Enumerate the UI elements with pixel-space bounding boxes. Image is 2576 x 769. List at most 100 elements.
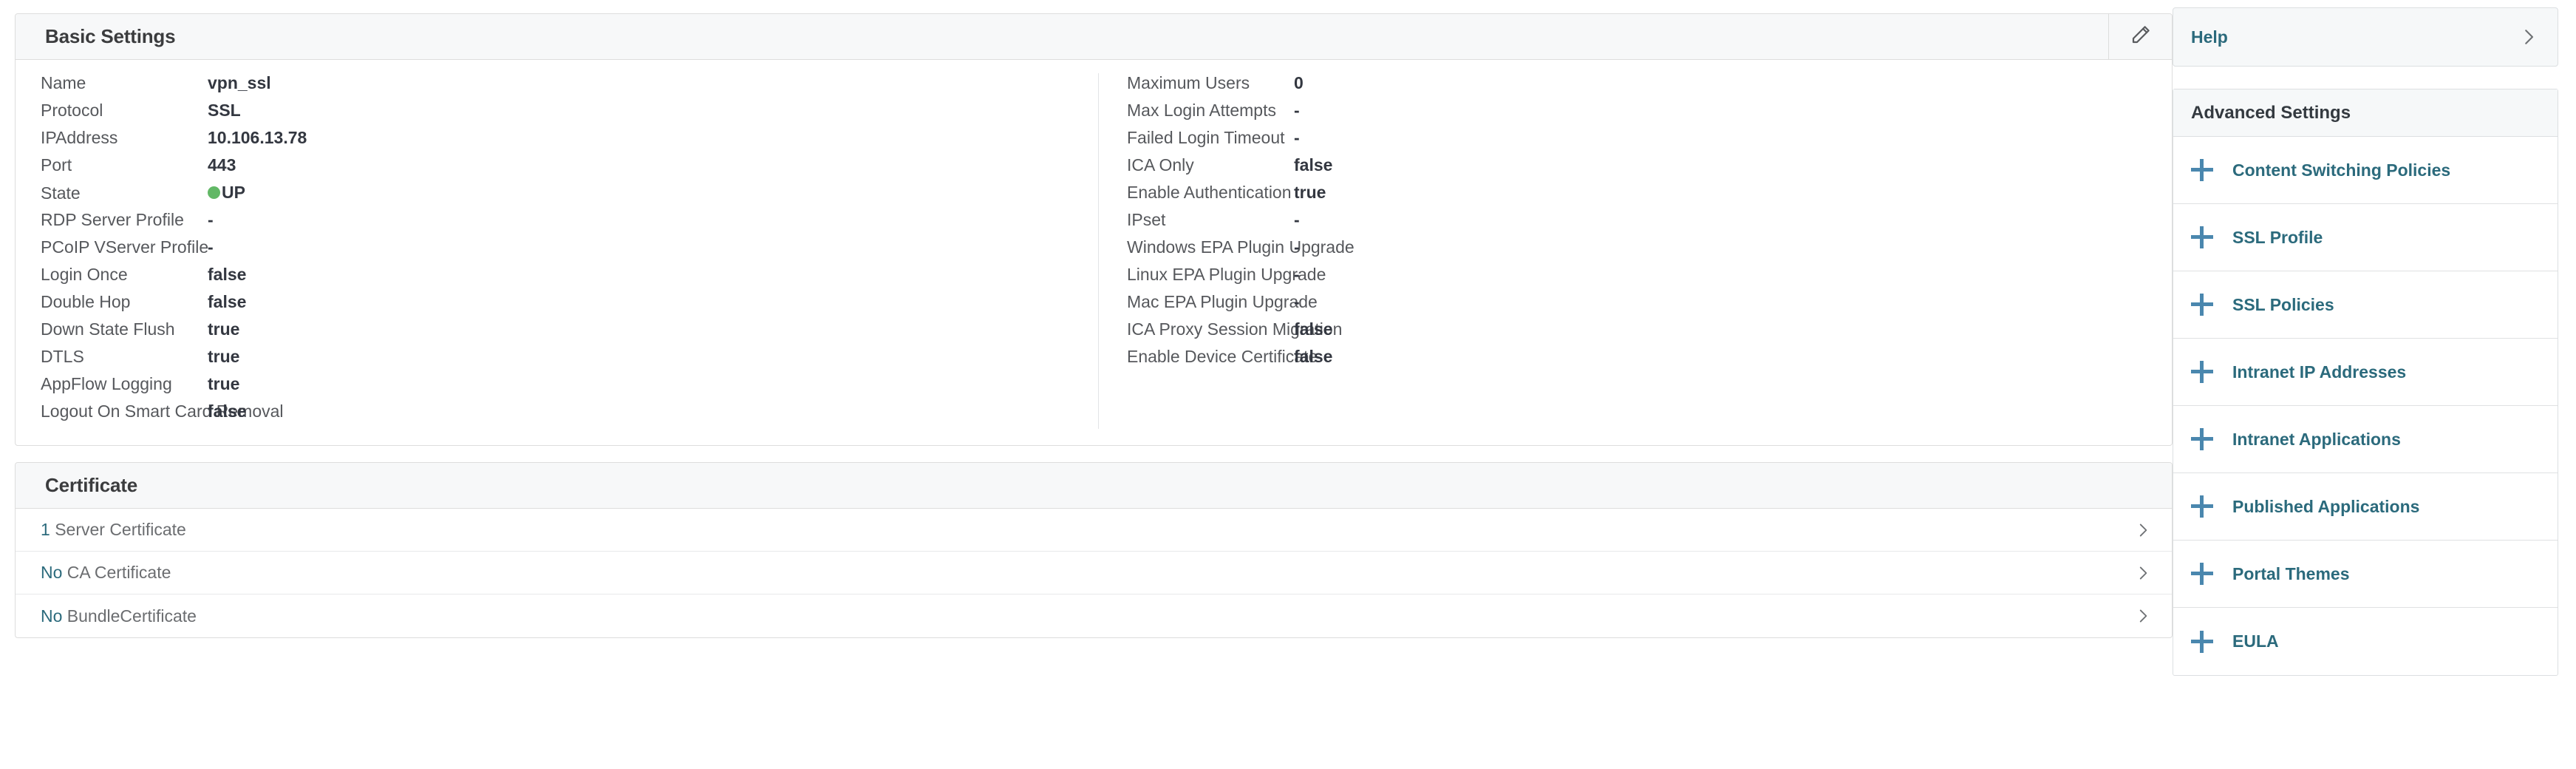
detail-value: true (208, 319, 240, 339)
detail-value: false (1294, 155, 1333, 175)
detail-row: ICA Proxy Session Migration false (1127, 319, 2133, 347)
detail-row: Name vpn_ssl (41, 73, 1098, 101)
certificate-label: CA Certificate (67, 563, 171, 582)
detail-row: Port 443 (41, 155, 1098, 183)
right-sidebar: Help Advanced Settings Content Switching… (2173, 0, 2576, 676)
advanced-item-label: SSL Profile (2232, 227, 2323, 247)
advanced-item-label: SSL Policies (2232, 294, 2334, 314)
detail-label: Windows EPA Plugin Upgrade (1127, 237, 1355, 257)
detail-value: false (208, 265, 247, 284)
advanced-item-intranet-applications[interactable]: Intranet Applications (2173, 406, 2558, 473)
detail-value: - (1294, 128, 1300, 147)
detail-row-state: State UP (41, 183, 1098, 210)
help-button[interactable]: Help (2173, 7, 2558, 67)
basic-settings-panel: Basic Settings Name vpn_ssl Protocol SSL… (15, 13, 2173, 446)
detail-row: Maximum Users 0 (1127, 73, 2133, 101)
advanced-settings-title: Advanced Settings (2191, 102, 2351, 123)
advanced-item-portal-themes[interactable]: Portal Themes (2173, 541, 2558, 608)
advanced-item-label: Portal Themes (2232, 563, 2350, 583)
detail-label: Max Login Attempts (1127, 101, 1276, 120)
detail-label: Linux EPA Plugin Upgrade (1127, 265, 1326, 284)
advanced-item-ssl-profile[interactable]: SSL Profile (2173, 204, 2558, 271)
plus-icon (2191, 495, 2213, 518)
certificate-row-label: 1 Server Certificate (41, 520, 2133, 540)
detail-label: DTLS (41, 347, 84, 366)
detail-row: Enable Authentication true (1127, 183, 2133, 210)
detail-row: Max Login Attempts - (1127, 101, 2133, 128)
status-dot-icon (208, 186, 220, 199)
plus-icon (2191, 361, 2213, 383)
detail-value: 10.106.13.78 (208, 128, 307, 147)
detail-value: - (1294, 101, 1300, 120)
detail-label: Logout On Smart Card Removal (41, 402, 284, 421)
detail-label: ICA Only (1127, 155, 1194, 175)
detail-row: Failed Login Timeout - (1127, 128, 2133, 155)
help-label: Help (2191, 27, 2228, 47)
detail-row: Logout On Smart Card Removal false (41, 402, 1098, 429)
advanced-item-label: EULA (2232, 631, 2279, 651)
plus-icon (2191, 294, 2213, 316)
detail-value: false (208, 292, 247, 311)
basic-settings-header: Basic Settings (16, 14, 2172, 60)
detail-row: Down State Flush true (41, 319, 1098, 347)
certificate-row-ca[interactable]: No CA Certificate (16, 552, 2172, 594)
basic-settings-title: Basic Settings (45, 25, 176, 47)
detail-value-state: UP (208, 183, 245, 203)
chevron-right-icon (2133, 563, 2153, 583)
chevron-right-icon (2133, 521, 2153, 540)
certificate-label: Server Certificate (55, 520, 186, 539)
detail-label: Enable Authentication (1127, 183, 1292, 202)
basic-settings-body: Name vpn_ssl Protocol SSL IPAddress 10.1… (16, 60, 2172, 445)
edit-basic-settings-button[interactable] (2108, 14, 2172, 59)
detail-label: RDP Server Profile (41, 210, 184, 229)
certificate-row-bundle[interactable]: No BundleCertificate (16, 594, 2172, 637)
detail-value: SSL (208, 101, 241, 120)
certificate-title: Certificate (45, 474, 137, 496)
detail-value: 0 (1294, 73, 1304, 92)
certificate-row-server[interactable]: 1 Server Certificate (16, 509, 2172, 552)
detail-row: AppFlow Logging true (41, 374, 1098, 402)
detail-value: true (1294, 183, 1326, 202)
detail-value: - (208, 210, 214, 229)
plus-icon (2191, 428, 2213, 450)
plus-icon (2191, 226, 2213, 248)
advanced-item-eula[interactable]: EULA (2173, 608, 2558, 675)
detail-value: false (1294, 319, 1333, 339)
detail-label: Double Hop (41, 292, 131, 311)
advanced-item-label: Intranet Applications (2232, 429, 2401, 449)
detail-label: PCoIP VServer Profile (41, 237, 209, 257)
detail-label: ICA Proxy Session Migration (1127, 319, 1343, 339)
advanced-item-published-applications[interactable]: Published Applications (2173, 473, 2558, 541)
plus-icon (2191, 159, 2213, 181)
detail-row: Linux EPA Plugin Upgrade - (1127, 265, 2133, 292)
detail-label: Port (41, 155, 72, 175)
main-content-column: Basic Settings Name vpn_ssl Protocol SSL… (0, 0, 2173, 638)
detail-label: IPAddress (41, 128, 118, 147)
detail-label: Enable Device Certificate (1127, 347, 1318, 366)
detail-value: - (1294, 210, 1300, 229)
detail-label: Down State Flush (41, 319, 175, 339)
detail-label: Login Once (41, 265, 128, 284)
status-badge: UP (222, 183, 245, 202)
detail-row: Mac EPA Plugin Upgrade - (1127, 292, 2133, 319)
detail-row: Login Once false (41, 265, 1098, 292)
detail-value: - (1294, 265, 1300, 284)
certificate-row-label: No BundleCertificate (41, 606, 2133, 626)
plus-icon (2191, 563, 2213, 585)
detail-value: - (208, 237, 214, 257)
detail-value: - (1294, 237, 1300, 257)
detail-label: AppFlow Logging (41, 374, 172, 393)
advanced-item-content-switching-policies[interactable]: Content Switching Policies (2173, 137, 2558, 204)
detail-value: false (208, 402, 247, 421)
detail-row: ICA Only false (1127, 155, 2133, 183)
certificate-label: BundleCertificate (67, 606, 197, 626)
detail-row: IPset - (1127, 210, 2133, 237)
chevron-right-icon (2518, 26, 2540, 48)
detail-row: DTLS true (41, 347, 1098, 374)
vserver-details-page: Basic Settings Name vpn_ssl Protocol SSL… (0, 0, 2576, 769)
detail-label: Maximum Users (1127, 73, 1250, 92)
detail-value: - (1294, 292, 1300, 311)
certificate-count: 1 (41, 520, 50, 539)
advanced-item-intranet-ip-addresses[interactable]: Intranet IP Addresses (2173, 339, 2558, 406)
advanced-item-ssl-policies[interactable]: SSL Policies (2173, 271, 2558, 339)
